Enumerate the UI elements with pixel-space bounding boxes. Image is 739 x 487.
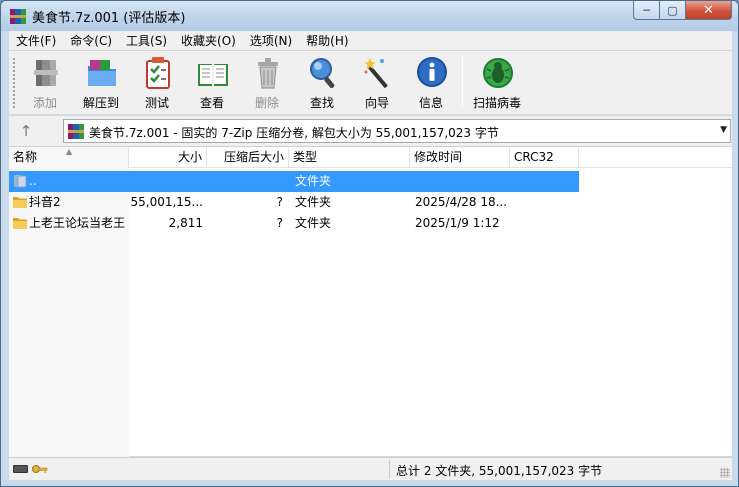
toolbar-separator [462,57,463,107]
row-type: 文件夹 [295,195,332,209]
column-name-label: 名称 [13,150,38,164]
archive-icon [68,124,84,139]
add-button[interactable]: 添加 [21,54,69,112]
wizard-wand-icon [364,58,388,88]
app-window: 美食节.7z.001 (评估版本) ─ ▢ ✕ 文件(F) 命令(C) 工具(S… [0,0,739,487]
row-size: 55,001,15... [130,195,203,209]
resize-grip[interactable] [720,468,730,478]
add-archive-icon [34,60,58,86]
winrar-app-icon [10,9,26,24]
row-modified: 2025/1/9 1:12 [415,216,500,230]
toolbar: 添加 解压到 测试 查看 删除 查找 向导 信息 扫描病毒 [9,51,732,115]
column-type-label: 类型 [293,150,318,164]
add-label: 添加 [32,96,57,110]
folder-icon [13,197,27,208]
close-icon: ✕ [703,2,714,18]
column-size[interactable]: 大小 [129,147,207,168]
extract-to-button[interactable]: 解压到 [77,54,125,112]
wizard-button[interactable]: 向导 [353,54,401,112]
menu-favorites[interactable]: 收藏夹(O) [174,31,243,51]
row-name: 抖音2 [29,195,61,209]
view-book-icon [198,64,228,86]
status-summary: 总计 2 文件夹, 55,001,157,023 字节 [396,464,603,478]
key-icon[interactable] [32,463,48,475]
row-type: 文件夹 [295,216,332,230]
delete-label: 删除 [254,96,279,110]
row-type: 文件夹 [295,174,332,188]
window-title: 美食节.7z.001 (评估版本) [32,11,186,26]
test-icon [146,57,170,89]
virus-scan-label: 扫描病毒 [472,96,521,110]
table-row[interactable]: 抖音2 55,001,15... ? 文件夹 2025/4/28 18... [9,192,579,213]
delete-button[interactable]: 删除 [243,54,291,112]
column-crc-label: CRC32 [514,150,554,164]
column-modified-label: 修改时间 [414,150,463,164]
parent-folder-icon [14,175,27,188]
row-name: 上老王论坛当老王 [29,216,126,230]
info-icon [417,57,447,87]
table-row[interactable]: .. 文件夹 [9,171,579,192]
column-header: 名称 ▲ 大小 压缩后大小 类型 修改时间 CRC32 [9,147,732,168]
folder-icon [13,218,27,229]
menu-help[interactable]: 帮助(H) [299,31,355,51]
address-field[interactable]: 美食节.7z.001 - 固实的 7-Zip 压缩分卷, 解包大小为 55,00… [63,119,731,143]
view-label: 查看 [199,96,224,110]
title-bar[interactable]: 美食节.7z.001 (评估版本) ─ ▢ ✕ [1,1,738,31]
column-type[interactable]: 类型 [289,147,410,168]
column-crc[interactable]: CRC32 [510,147,579,168]
info-button[interactable]: 信息 [407,54,455,112]
address-text: 美食节.7z.001 - 固实的 7-Zip 压缩分卷, 解包大小为 55,00… [89,126,499,140]
menu-commands[interactable]: 命令(C) [63,31,119,51]
virus-scan-button[interactable]: 扫描病毒 [473,54,521,112]
row-crc [515,192,575,213]
wizard-label: 向导 [364,96,389,110]
up-folder-button[interactable]: ↑ [17,122,35,140]
delete-trash-icon [258,58,278,89]
minimize-button[interactable]: ─ [633,1,660,20]
row-name: .. [29,174,37,188]
close-button[interactable]: ✕ [686,1,732,20]
chevron-down-icon[interactable]: ▼ [720,125,727,135]
menu-options[interactable]: 选项(N) [243,31,299,51]
extract-to-icon [88,60,116,86]
column-packed-label: 压缩后大小 [223,150,284,164]
drive-icon[interactable] [13,465,28,473]
row-size: 2,811 [168,216,203,230]
test-label: 测试 [144,96,169,110]
status-bar: 总计 2 文件夹, 55,001,157,023 字节 [9,457,732,480]
find-magnifier-icon [310,58,335,89]
menu-file[interactable]: 文件(F) [9,31,63,51]
test-button[interactable]: 测试 [133,54,181,112]
virus-scan-icon [483,58,513,88]
column-size-label: 大小 [177,150,202,164]
address-row: ↑ 美食节.7z.001 - 固实的 7-Zip 压缩分卷, 解包大小为 55,… [9,116,732,146]
up-arrow-icon: ↑ [19,122,33,140]
menu-bar: 文件(F) 命令(C) 工具(S) 收藏夹(O) 选项(N) 帮助(H) [9,31,732,51]
row-size [129,171,203,192]
row-modified [415,171,507,192]
info-label: 信息 [418,96,443,110]
minimize-icon: ─ [643,3,650,17]
find-button[interactable]: 查找 [298,54,346,112]
menu-tools[interactable]: 工具(S) [119,31,174,51]
row-packed: ? [276,195,283,209]
extract-to-label: 解压到 [82,96,119,110]
column-modified[interactable]: 修改时间 [410,147,510,168]
column-packed[interactable]: 压缩后大小 [207,147,289,168]
sort-up-icon: ▲ [66,147,73,156]
table-row[interactable]: 上老王论坛当老王 2,811 ? 文件夹 2025/1/9 1:12 [9,213,579,234]
view-button[interactable]: 查看 [188,54,236,112]
row-crc [515,171,575,192]
maximize-icon: ▢ [667,3,678,17]
row-crc [515,213,575,234]
maximize-button[interactable]: ▢ [660,1,686,20]
row-packed [207,171,283,192]
find-label: 查找 [309,96,334,110]
row-packed: ? [276,216,283,230]
row-modified: 2025/4/28 18... [415,195,507,209]
column-name[interactable]: 名称 ▲ [9,147,129,168]
file-list[interactable]: 名称 ▲ 大小 压缩后大小 类型 修改时间 CRC32 .. 文件夹 抖音2 5… [9,146,732,457]
